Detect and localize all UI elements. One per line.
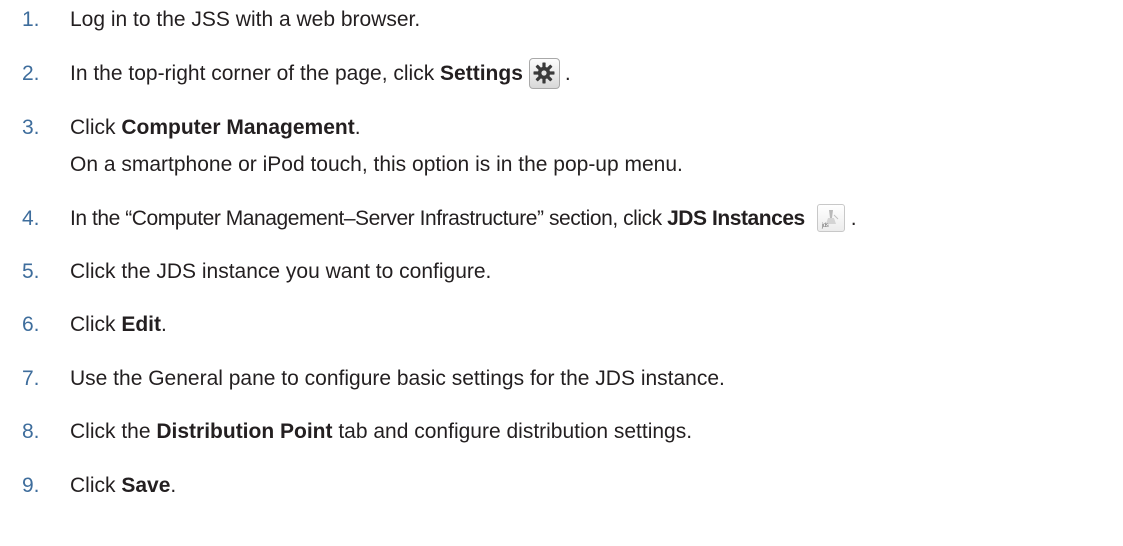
step-text-post: tab and configure distribution settings. <box>332 419 693 443</box>
jds-icon-label: jds <box>821 223 829 229</box>
step-number: 5. <box>22 259 40 283</box>
step-text: Click the JDS instance you want to confi… <box>70 261 491 282</box>
step-text: In the “Computer Management–Server Infra… <box>70 204 857 232</box>
step-text-post: . <box>564 61 571 85</box>
step-text: Use the General pane to configure basic … <box>70 368 725 389</box>
step-number: 6. <box>22 312 40 336</box>
step-number: 9. <box>22 473 40 497</box>
step-number: 3. <box>22 115 40 139</box>
step-text-content: Click the JDS instance you want to confi… <box>70 259 492 283</box>
step-text: Click Save . <box>70 475 176 496</box>
settings-label: Settings <box>440 61 523 85</box>
instruction-steps: 1. Log in to the JSS with a web browser.… <box>0 0 1123 546</box>
step-text-pre: In the “Computer Management–Server Infra… <box>70 206 668 230</box>
edit-label: Edit <box>121 312 162 336</box>
step-text-content: Use the General pane to configure basic … <box>70 366 725 390</box>
step-number: 2. <box>22 61 40 85</box>
step-text: Log in to the JSS with a web browser. <box>70 9 420 30</box>
step-number: 8. <box>22 419 40 443</box>
computer-management-label: Computer Management <box>121 115 355 139</box>
step-text-content: Log in to the JSS with a web browser. <box>70 7 421 31</box>
step-text: Click Computer Management . <box>70 117 361 138</box>
step-text: Click Edit . <box>70 314 167 335</box>
step-text: Click the Distribution Point tab and con… <box>70 421 692 442</box>
step-text-post: . <box>161 312 167 336</box>
step-text-pre: Click <box>70 473 122 497</box>
settings-button <box>528 57 560 89</box>
save-label: Save <box>121 473 171 497</box>
step-text-post: . <box>170 473 177 497</box>
step-text-pre: Click <box>70 312 122 336</box>
step-text: In the top-right corner of the page, cli… <box>70 57 571 89</box>
jds-instances-button: jds <box>816 204 845 232</box>
step-number: 7. <box>22 366 40 390</box>
step-text-pre: Click <box>70 115 122 139</box>
step-3-note: On a smartphone or iPod touch, this opti… <box>70 153 683 176</box>
jds-icon: jds <box>821 210 839 229</box>
step-text-post: . <box>354 115 361 139</box>
step-number: 4. <box>22 206 40 230</box>
step-number: 1. <box>22 7 40 31</box>
step-text-post: . <box>850 206 857 230</box>
gear-icon <box>533 62 555 84</box>
step-text-pre: Click the <box>70 419 157 443</box>
distribution-point-label: Distribution Point <box>156 419 333 443</box>
step-text-pre: In the top-right corner of the page, cli… <box>70 61 441 85</box>
jds-instances-label: JDS Instances <box>667 206 805 230</box>
